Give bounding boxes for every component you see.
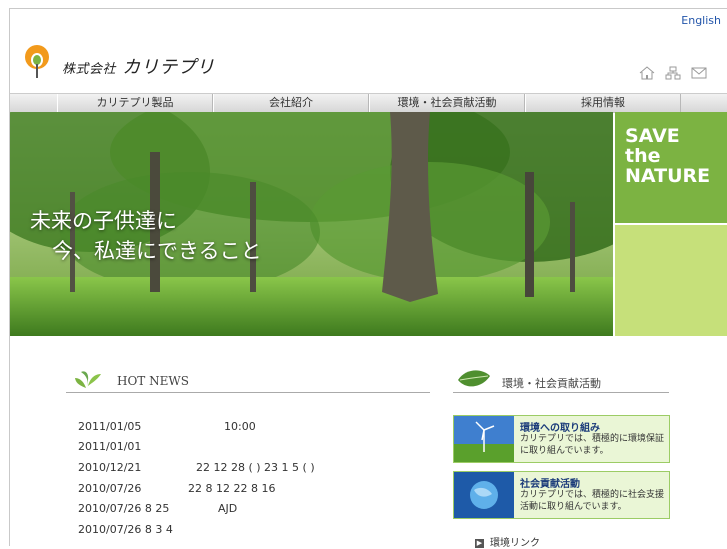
news-text: 22 8 12 22 8 16 — [188, 482, 276, 495]
logo-icon — [25, 45, 49, 78]
home-icon[interactable] — [639, 66, 655, 80]
news-date: 2010/12/21 — [78, 461, 142, 474]
sitemap-icon[interactable] — [665, 66, 681, 80]
save-the-nature-box[interactable]: SAVE the NATURE — [615, 112, 727, 223]
news-text: 22 12 28 ( ) 23 1 5 ( ) — [196, 461, 315, 474]
nav-item-products[interactable]: カリテプリ製品 — [57, 94, 213, 112]
company-prefix: 株式会社 — [62, 62, 117, 77]
utility-icons — [639, 66, 707, 80]
globe-thumbnail — [454, 472, 514, 518]
news-text: 10:00 — [224, 420, 256, 433]
environment-link-label: 環境リンク — [490, 538, 540, 549]
environment-banner-title: 環境への取り組み — [520, 423, 600, 434]
news-date: 2010/07/26 8 25 — [78, 502, 170, 515]
hero-line-2: 今、私達にできること — [52, 239, 262, 263]
hero-line-1: 未来の子供達に — [30, 209, 177, 233]
main-nav: カリテプリ製品 会社紹介 環境・社会貢献活動 採用情報 — [10, 93, 727, 113]
save-box-lower-panel — [615, 225, 727, 336]
news-date: 2011/01/01 — [78, 440, 142, 453]
news-date: 2011/01/05 — [78, 420, 142, 433]
leaf-icon — [458, 370, 490, 387]
nav-item-csr[interactable]: 環境・社会貢献活動 — [369, 94, 525, 112]
save-line-1: SAVE — [625, 125, 680, 147]
activities-divider — [453, 392, 669, 393]
hero-image: 未来の子供達に 今、私達にできること — [10, 112, 613, 336]
wind-turbine-thumbnail — [454, 416, 514, 462]
english-link[interactable]: English — [681, 14, 721, 27]
hot-news-title: HOT NEWS — [117, 374, 189, 388]
leaf-sprout-icon — [75, 371, 101, 388]
company-brand: カリテプリ — [122, 57, 215, 78]
nav-item-company[interactable]: 会社紹介 — [213, 94, 369, 112]
play-icon: ▶ — [475, 538, 484, 548]
social-banner-desc: カリテプリでは、積極的に社会支援活動に取り組んでいます。 — [520, 490, 665, 512]
social-contribution-banner[interactable]: 社会貢献活動 カリテプリでは、積極的に社会支援活動に取り組んでいます。 — [453, 471, 670, 519]
hot-news-divider — [66, 392, 430, 393]
nav-item-recruit[interactable]: 採用情報 — [525, 94, 681, 112]
environment-banner[interactable]: 環境への取り組み カリテプリでは、積極的に環境保証に取り組んでいます。 — [453, 415, 670, 463]
news-date: 2010/07/26 — [78, 482, 142, 495]
company-name: 株式会社 カリテプリ — [62, 53, 215, 79]
mail-icon[interactable] — [691, 66, 707, 80]
company-logo[interactable] — [24, 44, 50, 84]
environment-link[interactable]: ▶ 環境リンク — [475, 534, 540, 549]
news-text: AJD — [218, 502, 238, 515]
save-line-3: NATURE — [625, 165, 711, 187]
hero-copy: 未来の子供達に 今、私達にできること — [30, 206, 262, 266]
environment-banner-desc: カリテプリでは、積極的に環境保証に取り組んでいます。 — [520, 434, 665, 456]
social-banner-title: 社会貢献活動 — [520, 479, 580, 490]
save-line-2: the — [625, 145, 661, 167]
activities-title: 環境・社会貢献活動 — [502, 377, 601, 390]
news-date: 2010/07/26 8 3 4 — [78, 523, 173, 536]
